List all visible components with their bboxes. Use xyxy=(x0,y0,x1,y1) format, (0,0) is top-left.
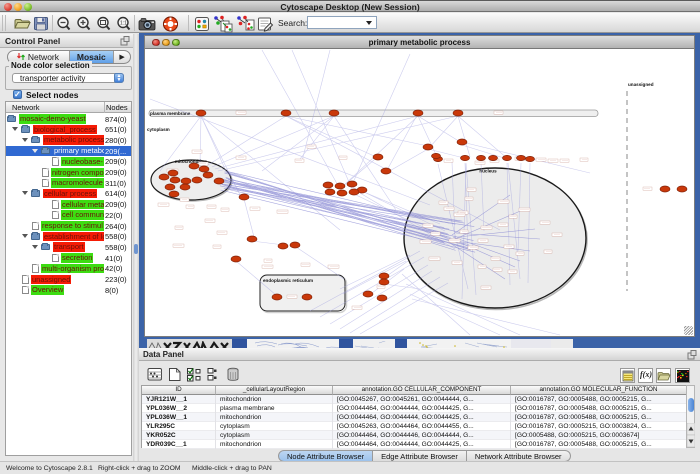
svg-text:1:1: 1:1 xyxy=(120,21,127,27)
svg-text:cytoplasm: cytoplasm xyxy=(147,127,170,132)
svg-text:plasma membrane: plasma membrane xyxy=(150,111,191,116)
svg-text:endoplasmic reticulum: endoplasmic reticulum xyxy=(263,278,313,283)
svg-text:nucleus: nucleus xyxy=(479,169,497,174)
svg-text:unassigned: unassigned xyxy=(628,82,654,87)
